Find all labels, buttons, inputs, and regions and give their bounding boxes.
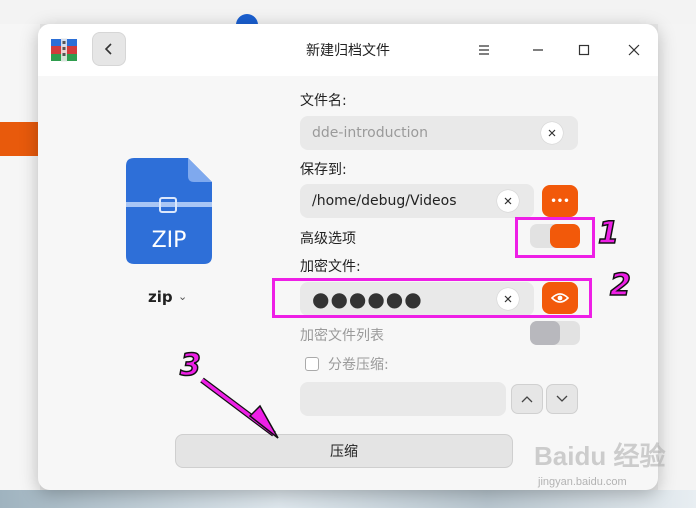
- dialog-title: 新建归档文件: [306, 43, 390, 59]
- close-icon: [628, 44, 640, 56]
- filename-input[interactable]: dde-introduction: [300, 116, 578, 150]
- highlight-box-advanced: [515, 217, 595, 258]
- advanced-options-label: 高级选项: [300, 231, 356, 247]
- clear-icon: [548, 129, 556, 137]
- background-app-right: [658, 24, 696, 490]
- chevron-down-icon[interactable]: ⌄: [178, 290, 187, 303]
- filename-label: 文件名:: [300, 93, 347, 109]
- encrypt-file-list-switch[interactable]: [530, 321, 580, 345]
- split-size-decrease-button[interactable]: [546, 384, 578, 414]
- split-size-increase-button[interactable]: [511, 384, 543, 414]
- minimize-icon: [533, 49, 543, 51]
- watermark-url: jingyan.baidu.com: [538, 476, 627, 488]
- menu-button[interactable]: [472, 38, 496, 62]
- minimize-button[interactable]: [526, 38, 550, 62]
- save-path-clear-button[interactable]: [497, 190, 519, 212]
- maximize-icon: [578, 44, 590, 56]
- maximize-button[interactable]: [572, 38, 596, 62]
- split-volume-checkbox[interactable]: [305, 357, 319, 371]
- close-button[interactable]: [622, 38, 646, 62]
- clear-icon: [504, 197, 512, 205]
- background-app-left: [0, 24, 40, 494]
- highlight-box-password: [272, 278, 592, 318]
- filename-clear-button[interactable]: [541, 122, 563, 144]
- zip-icon-label: ZIP: [152, 228, 187, 253]
- split-volume-label: 分卷压缩:: [328, 357, 389, 373]
- encrypt-label: 加密文件:: [300, 259, 361, 275]
- background-app-selected-item: [0, 122, 40, 156]
- desktop-wallpaper-strip: [0, 490, 696, 508]
- titlebar: 新建归档文件: [38, 24, 658, 76]
- background-app-topbar: [0, 0, 696, 24]
- split-size-input[interactable]: [300, 382, 506, 416]
- archive-type-selector[interactable]: zip: [148, 288, 173, 306]
- encrypt-file-list-label: 加密文件列表: [300, 328, 384, 344]
- watermark-logo: Baidu 经验: [534, 441, 666, 471]
- annotation-arrow: [200, 377, 279, 439]
- chevron-down-icon: [556, 395, 568, 402]
- switch-knob: [530, 321, 560, 345]
- annotation-number-2: 2: [609, 267, 631, 304]
- save-path-label: 保存到:: [300, 162, 347, 178]
- browse-button[interactable]: •••: [542, 185, 578, 217]
- hamburger-icon: [479, 45, 489, 55]
- annotation-number-1: 1: [597, 215, 619, 252]
- zip-file-icon: ZIP: [126, 158, 212, 264]
- chevron-up-icon: [521, 396, 533, 403]
